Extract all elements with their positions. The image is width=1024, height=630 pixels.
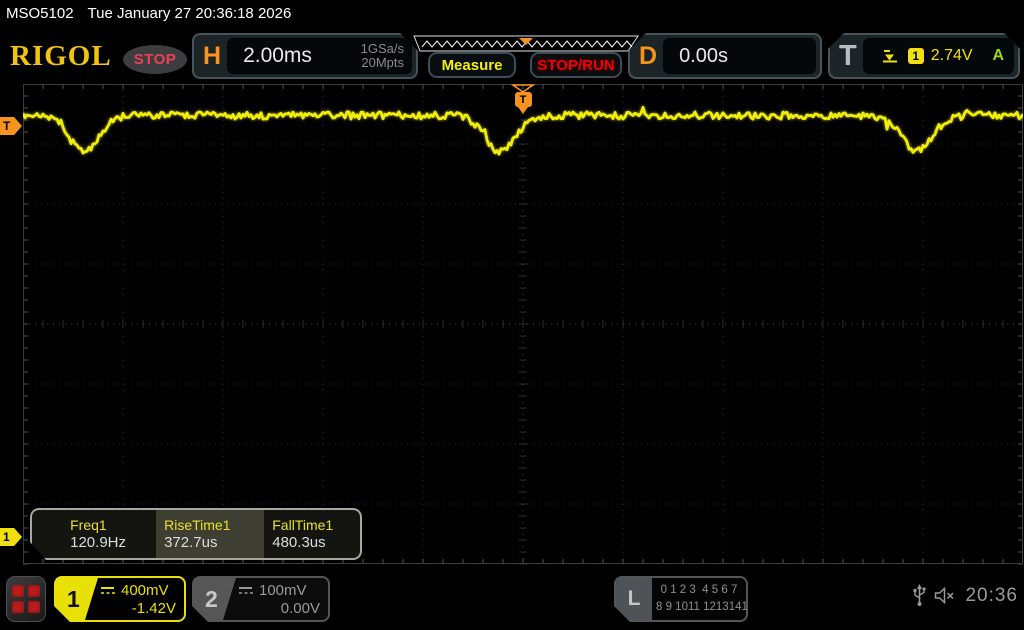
delay-label: D [639, 42, 657, 71]
trigger-position-arrow-icon [516, 107, 530, 115]
logic-row-0-7: 0 1 2 3 4 5 6 7 [656, 582, 742, 599]
trigger-label: T [839, 40, 857, 73]
acquisition-status-badge: STOP [123, 45, 187, 74]
quick-menu-button[interactable] [6, 576, 46, 622]
logic-channels-block[interactable]: L 0 1 2 3 4 5 6 7 8 9 1011 12131415 [614, 576, 748, 622]
timebase-value: 2.00ms [243, 44, 361, 68]
measure-button[interactable]: Measure [428, 52, 516, 78]
horizontal-label: H [203, 42, 221, 71]
trigger-level-value: 2.74V [931, 47, 973, 65]
delay-settings-block[interactable]: D 0.00s [628, 33, 822, 79]
channel1-position-marker[interactable]: 1 [0, 528, 22, 546]
titlebar: MSO5102 Tue January 27 20:36:18 2026 [6, 5, 291, 22]
logic-row-8-15: 8 9 1011 12131415 [656, 599, 742, 616]
delay-value: 0.00s [679, 45, 728, 68]
trigger-settings-block[interactable]: T 1 2.74V A [828, 33, 1020, 79]
datetime-label: Tue January 27 20:36:18 2026 [88, 5, 292, 22]
dc-coupling-icon [238, 586, 254, 595]
channel1-offset: -1.42V [100, 600, 176, 617]
timebase-pill: 2.00ms 1GSa/s 20Mpts [227, 38, 412, 74]
speaker-muted-icon [934, 587, 957, 604]
stop-run-button[interactable]: STOP/RUN [530, 52, 622, 78]
channel2-offset: 0.00V [238, 600, 320, 617]
measurement-falltime1[interactable]: FallTime1 480.3us [264, 510, 360, 558]
trigger-pill: 1 2.74V A [863, 38, 1014, 74]
measurement-panel[interactable]: Freq1 120.9Hz RiseTime1 372.7us FallTime… [30, 508, 362, 560]
usb-icon [913, 584, 926, 607]
waveform-display-area: T 1 T Freq1 120.9Hz RiseTime1 372.7us [23, 84, 1023, 565]
trigger-source-badge: 1 [908, 48, 924, 64]
clock-label: 20:36 [965, 585, 1018, 607]
oscilloscope-screen: MSO5102 Tue January 27 20:36:18 2026 RIGO… [0, 0, 1024, 630]
memory-depth: 20Mpts [361, 56, 404, 70]
sample-rate-readout: 1GSa/s 20Mpts [361, 42, 404, 71]
measurement-freq1[interactable]: Freq1 120.9Hz [62, 510, 156, 558]
model-label: MSO5102 [6, 5, 74, 22]
falling-edge-icon [881, 48, 899, 64]
channel2-status-block[interactable]: 2 100mV 0.00V [192, 576, 330, 622]
sample-rate: 1GSa/s [361, 42, 404, 56]
channel1-status-block[interactable]: 1 400mV -1.42V [54, 576, 186, 622]
dc-coupling-icon [100, 586, 116, 595]
trigger-position-marker[interactable]: T [510, 84, 536, 115]
memory-position-indicator [413, 35, 639, 52]
channel1-number-tab: 1 [56, 578, 98, 620]
delay-pill: 0.00s [663, 38, 816, 74]
trigger-level-marker[interactable]: T [0, 117, 22, 135]
rigol-logo: RIGOL [10, 40, 112, 73]
menu-grid-icon [12, 585, 24, 597]
measurement-risetime1[interactable]: RiseTime1 372.7us [156, 510, 264, 558]
trigger-mode-badge: A [992, 47, 1004, 65]
graticule-and-trace [23, 84, 1023, 565]
channel2-scale: 100mV [259, 582, 307, 599]
logic-label-tab: L [616, 578, 652, 620]
channel1-scale: 400mV [121, 582, 169, 599]
status-icons: 20:36 [913, 584, 1018, 607]
channel2-number-tab: 2 [194, 578, 236, 620]
horizontal-settings-block[interactable]: H 2.00ms 1GSa/s 20Mpts [192, 33, 418, 79]
